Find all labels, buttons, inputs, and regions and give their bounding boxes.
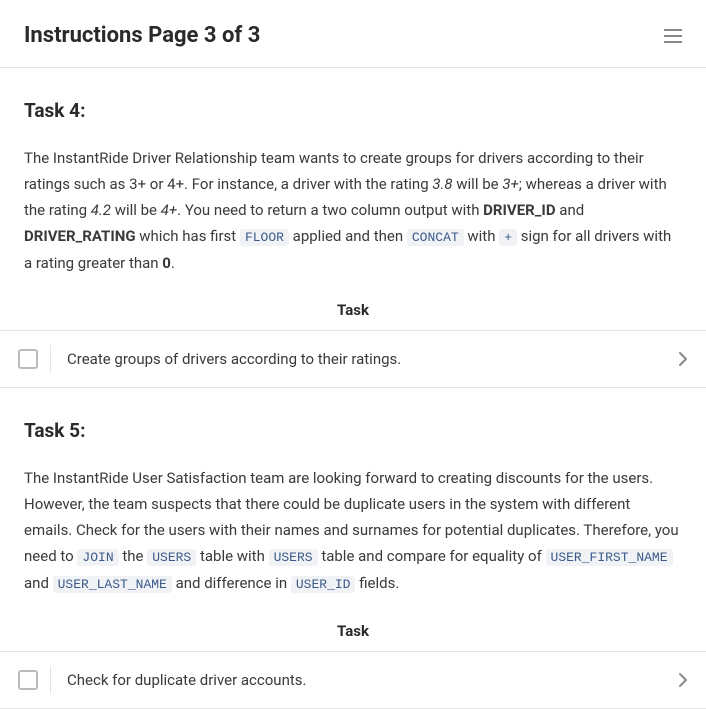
- task4-body: The InstantRide Driver Relationship team…: [24, 145, 682, 277]
- text: .: [171, 254, 175, 272]
- chevron-right-icon: [678, 672, 688, 688]
- text: applied and then: [289, 227, 407, 245]
- task4-heading: Task 4:: [24, 96, 682, 126]
- code-first-name: USER_FIRST_NAME: [546, 549, 673, 566]
- task4-label: Task: [24, 276, 682, 330]
- rating-example: 4.2: [91, 201, 111, 219]
- divider: [50, 345, 51, 373]
- code-concat: CONCAT: [407, 229, 464, 246]
- column-name: DRIVER_RATING: [24, 227, 136, 245]
- task5-body: The InstantRide User Satisfaction team a…: [24, 465, 682, 597]
- column-name: DRIVER_ID: [483, 201, 555, 219]
- text: fields.: [355, 574, 399, 592]
- code-last-name: USER_LAST_NAME: [53, 576, 172, 593]
- group-example: 4+: [161, 201, 177, 219]
- page-header: Instructions Page 3 of 3: [0, 0, 706, 68]
- task5-item-text: Check for duplicate driver accounts.: [67, 668, 678, 692]
- code-plus: +: [499, 229, 517, 246]
- task5-item[interactable]: Check for duplicate driver accounts.: [0, 651, 706, 709]
- code-users: USERS: [147, 549, 196, 566]
- code-user-id: USER_ID: [291, 576, 356, 593]
- task4-item-text: Create groups of drivers according to th…: [67, 347, 678, 371]
- code-floor: FLOOR: [240, 229, 289, 246]
- text: and: [556, 201, 585, 219]
- divider: [50, 666, 51, 694]
- text: . You need to return a two column output…: [177, 201, 483, 219]
- rating-example: 3.8: [432, 175, 452, 193]
- task5-label: Task: [24, 597, 682, 651]
- text: table and compare for equality of: [318, 547, 546, 565]
- task5-heading: Task 5:: [24, 416, 682, 446]
- text: and difference in: [172, 574, 291, 592]
- text: and: [24, 574, 53, 592]
- task5-section: Task 5: The InstantRide User Satisfactio…: [24, 388, 682, 651]
- zero: 0: [162, 254, 171, 272]
- menu-icon[interactable]: [664, 29, 682, 43]
- task4-section: Task 4: The InstantRide Driver Relations…: [24, 68, 682, 330]
- text: the: [119, 547, 148, 565]
- text: will be: [453, 175, 503, 193]
- task4-checkbox[interactable]: [18, 349, 38, 369]
- group-example: 3+: [502, 175, 518, 193]
- chevron-right-icon: [678, 351, 688, 367]
- code-join: JOIN: [77, 549, 118, 566]
- text: which has first: [136, 227, 240, 245]
- task4-item[interactable]: Create groups of drivers according to th…: [0, 330, 706, 388]
- text: table with: [196, 547, 268, 565]
- code-users: USERS: [269, 549, 318, 566]
- text: will be: [111, 201, 161, 219]
- page-title: Instructions Page 3 of 3: [24, 18, 260, 53]
- text: with: [464, 227, 500, 245]
- content: Task 4: The InstantRide Driver Relations…: [0, 68, 706, 709]
- task5-checkbox[interactable]: [18, 670, 38, 690]
